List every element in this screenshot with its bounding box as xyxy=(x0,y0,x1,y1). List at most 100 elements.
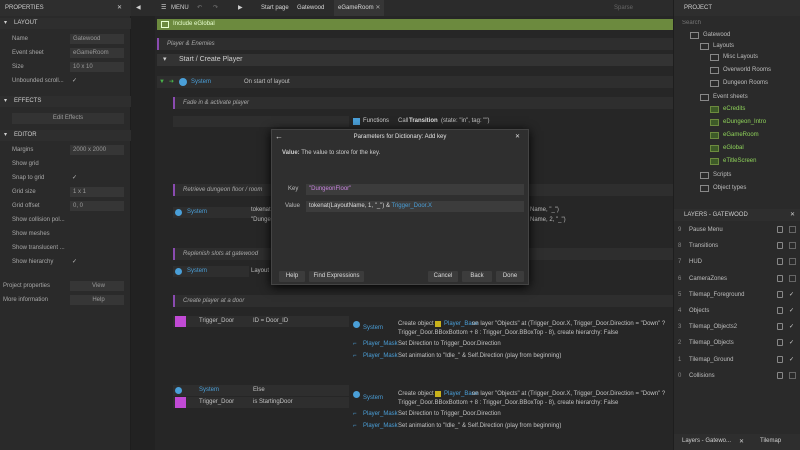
checkbox[interactable]: ✓ xyxy=(72,256,77,269)
action-row[interactable]: System Create object Player_Base on laye… xyxy=(351,389,673,411)
sheet-icon xyxy=(161,21,169,28)
help-button[interactable]: Help xyxy=(70,295,124,305)
search-input[interactable] xyxy=(682,17,794,28)
tree-item[interactable]: eDungeon_Intro xyxy=(710,117,792,128)
undo-icon[interactable]: ↶ xyxy=(197,0,202,16)
tab-egameroom[interactable]: eGameRoom ✕ xyxy=(334,0,385,16)
tree-item[interactable]: eGameRoom xyxy=(710,130,792,141)
lock-icon[interactable] xyxy=(777,323,783,331)
close-icon[interactable]: ✕ xyxy=(117,0,122,16)
action-row[interactable]: ⌐ Player_Mask Set Direction to Trigger_D… xyxy=(351,409,673,420)
layer-row[interactable]: 2 Tilemap_Objects ✓ xyxy=(674,336,800,350)
layer-row[interactable]: 0 Collisions xyxy=(674,369,800,383)
tab-start-page[interactable]: Start page xyxy=(261,0,289,16)
tree-item[interactable]: Object types xyxy=(700,183,792,194)
action-row[interactable]: ⌐ Player_Mask Set animation to "Idle_" &… xyxy=(351,351,673,362)
tab-layers[interactable]: Layers - Gatewo... xyxy=(682,438,731,444)
lock-icon[interactable] xyxy=(777,339,783,347)
effects-section[interactable]: ▾ EFFECTS xyxy=(0,96,131,107)
menu-button[interactable]: MENU xyxy=(171,0,189,16)
tree-item[interactable]: Misc Layouts xyxy=(710,52,792,63)
play-icon[interactable]: ▶ xyxy=(238,0,243,16)
action-row[interactable]: ⌐ Player_Mask Set animation to "Idle_" &… xyxy=(351,421,673,432)
visibility-checkbox[interactable] xyxy=(789,242,796,250)
tree-item[interactable]: Event sheets xyxy=(700,92,792,103)
comment-row[interactable]: Player & Enemies xyxy=(157,38,673,50)
layer-row[interactable]: 9 Pause Menu xyxy=(674,223,800,237)
lock-icon[interactable] xyxy=(777,290,783,298)
lock-icon[interactable] xyxy=(777,258,783,266)
key-field[interactable]: "DungeonFloor" xyxy=(306,184,524,195)
layer-row[interactable]: 8 Transitions xyxy=(674,239,800,253)
lock-icon[interactable] xyxy=(777,355,783,363)
visibility-checkbox[interactable]: ✓ xyxy=(789,320,794,334)
visibility-checkbox[interactable] xyxy=(789,371,796,379)
cancel-button[interactable]: Cancel xyxy=(428,271,458,282)
layer-row[interactable]: 3 Tilemap_Objects2 ✓ xyxy=(674,320,800,334)
value-field[interactable]: tokenat(LayoutName, 1, "_") & Trigger_Do… xyxy=(306,201,524,212)
comment-row[interactable]: Create player at a door xyxy=(173,295,673,307)
close-icon[interactable]: ✕ xyxy=(375,5,380,11)
layer-row[interactable]: 7 HUD xyxy=(674,255,800,269)
find-expressions-button[interactable]: Find Expressions xyxy=(309,271,364,282)
tree-item[interactable]: Layouts xyxy=(700,41,792,52)
visibility-checkbox[interactable] xyxy=(789,258,796,266)
back-button[interactable]: Back xyxy=(462,271,492,282)
close-icon[interactable]: ✕ xyxy=(739,438,744,445)
tree-item[interactable]: Gatewood xyxy=(690,30,792,41)
tree-item[interactable]: eGlobal xyxy=(710,143,792,154)
tree-item[interactable]: Overworld Rooms xyxy=(710,65,792,76)
condition-row[interactable]: System xyxy=(173,266,249,277)
editor-section[interactable]: ▾ EDITOR xyxy=(0,130,131,141)
layout-section[interactable]: ▾ LAYOUT xyxy=(0,18,131,29)
comment-row[interactable]: Fade in & activate player xyxy=(173,97,673,109)
row-value[interactable]: 1 x 1 xyxy=(70,187,124,197)
row-value[interactable]: eGameRoom xyxy=(70,48,124,58)
row-value[interactable]: Gatewood xyxy=(70,34,124,44)
edit-effects-button[interactable]: Edit Effects xyxy=(12,113,124,124)
row-value[interactable]: 2000 x 2000 xyxy=(70,145,124,155)
layer-row[interactable]: 5 Tilemap_Foreground ✓ xyxy=(674,288,800,302)
checkbox[interactable]: ✓ xyxy=(72,172,77,185)
condition-row[interactable]: Trigger_Door is StartingDoor xyxy=(173,397,349,408)
action-row[interactable]: System Create object Player_Base on laye… xyxy=(351,319,673,341)
layer-row[interactable]: 4 Objects ✓ xyxy=(674,304,800,318)
hamburger-icon[interactable]: ☰ xyxy=(161,0,166,16)
include-row[interactable]: Include eGlobal xyxy=(157,19,673,30)
group-header[interactable]: ▾ Start / Create Player xyxy=(157,54,673,66)
lock-icon[interactable] xyxy=(777,274,783,282)
layer-row[interactable]: 1 Tilemap_Ground ✓ xyxy=(674,353,800,367)
row-value[interactable]: 10 x 10 xyxy=(70,62,124,72)
expand-icon[interactable]: ◀ xyxy=(136,0,141,16)
lock-icon[interactable] xyxy=(777,226,783,233)
help-button[interactable]: Help xyxy=(279,271,305,282)
condition-row[interactable]: Trigger_Door ID = Door_ID xyxy=(173,316,349,327)
tab-tilemap[interactable]: Tilemap xyxy=(760,438,781,444)
done-button[interactable]: Done xyxy=(496,271,524,282)
close-icon[interactable]: ✕ xyxy=(790,209,795,221)
tab-gatewood[interactable]: Gatewood xyxy=(297,0,324,16)
visibility-checkbox[interactable] xyxy=(789,274,796,282)
lock-icon[interactable] xyxy=(777,242,783,250)
visibility-checkbox[interactable]: ✓ xyxy=(789,336,794,350)
checkbox[interactable]: ✓ xyxy=(72,75,77,88)
layer-row[interactable]: 6 CameraZones xyxy=(674,272,800,286)
close-icon[interactable]: ✕ xyxy=(515,133,520,140)
visibility-checkbox[interactable]: ✓ xyxy=(789,288,794,302)
action-row[interactable]: Functions Call Transition (state: "in", … xyxy=(351,116,673,127)
tree-item[interactable]: eTitleScreen xyxy=(710,156,792,167)
visibility-checkbox[interactable]: ✓ xyxy=(789,353,794,367)
visibility-checkbox[interactable]: ✓ xyxy=(789,304,794,318)
lock-icon[interactable] xyxy=(777,307,783,314)
tree-item[interactable]: Scripts xyxy=(700,170,792,181)
condition-row[interactable]: System Else xyxy=(173,385,349,396)
lock-icon[interactable] xyxy=(777,371,783,379)
redo-icon[interactable]: ↷ xyxy=(213,0,218,16)
event-row[interactable]: ▼ ➜ System On start of layout xyxy=(157,76,673,88)
visibility-checkbox[interactable] xyxy=(789,226,796,233)
view-button[interactable]: View xyxy=(70,281,124,291)
tree-item[interactable]: Dungeon Rooms xyxy=(710,78,792,89)
tree-item[interactable]: eCredits xyxy=(710,104,792,115)
action-row[interactable]: ⌐ Player_Mask Set Direction to Trigger_D… xyxy=(351,339,673,350)
row-value[interactable]: 0, 0 xyxy=(70,201,124,211)
